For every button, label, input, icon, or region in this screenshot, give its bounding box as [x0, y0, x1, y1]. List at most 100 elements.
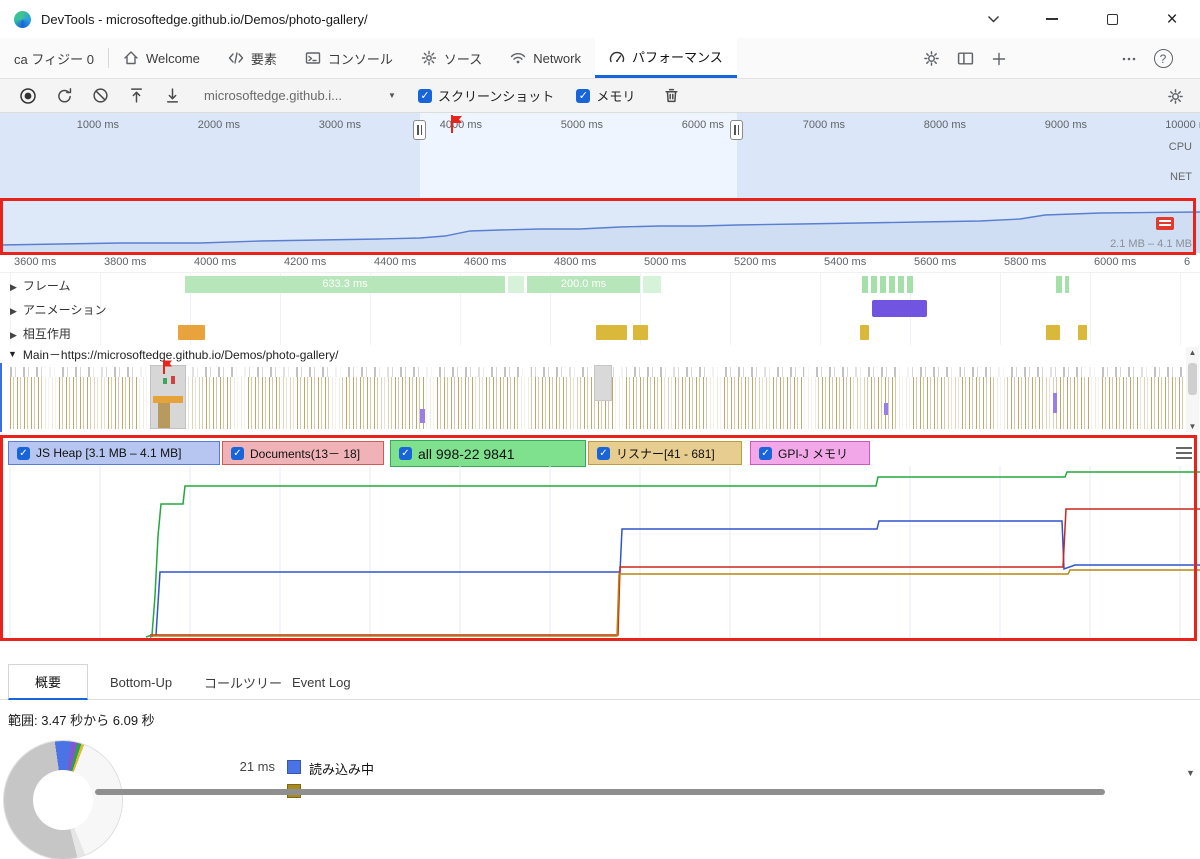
tab-performance[interactable]: パフォーマンス [595, 38, 737, 78]
animations-track[interactable]: ▶アニメーション [0, 297, 1200, 321]
load-profile-button[interactable] [118, 81, 154, 111]
interaction-bar[interactable] [1046, 325, 1060, 340]
long-task-flag-icon [162, 360, 173, 374]
memory-overview-strip[interactable]: 2.1 MB – 4.1 MB [0, 200, 1200, 253]
frame-bar[interactable]: 200.0 ms [527, 276, 640, 293]
window-dock-chevron-button[interactable] [973, 5, 1013, 33]
drawer-tab-label: コールツリー [204, 673, 282, 692]
interaction-bar[interactable] [860, 325, 869, 340]
time-tick: 3800 ms [104, 256, 146, 268]
record-button[interactable] [10, 81, 46, 111]
counter-js-heap-label: JS Heap [3.1 MB – 4.1 MB] [36, 446, 181, 460]
interactions-track-toggle[interactable]: ▶相互作用 [10, 325, 71, 342]
legend-swatch-loading [287, 760, 301, 774]
console-icon [305, 50, 321, 66]
history-dropdown[interactable]: microsoftedge.github.i... [204, 88, 342, 103]
animations-track-toggle[interactable]: ▶アニメーション [10, 301, 106, 318]
timeline-overview[interactable]: 1000 ms2000 ms3000 ms4000 ms5000 ms6000 … [0, 113, 1200, 200]
counter-toggle-nodes[interactable]: ✓ all 998-22 9841 [390, 440, 586, 467]
interaction-bar[interactable] [596, 325, 627, 340]
counter-toggle-gpu-memory[interactable]: ✓ GPI-J メモリ [750, 441, 870, 465]
memory-toggle[interactable]: ✓ メモリ [576, 86, 635, 105]
window-close-button[interactable]: × [1152, 5, 1192, 33]
counter-toggle-js-heap[interactable]: ✓ JS Heap [3.1 MB – 4.1 MB] [8, 441, 220, 465]
animation-bar[interactable] [872, 300, 927, 317]
time-tick: 4400 ms [374, 256, 416, 268]
counter-line-nodes [146, 472, 1200, 637]
drawer-tab-label: 概要 [35, 672, 61, 691]
delete-recording-button[interactable] [653, 81, 689, 111]
tab-console-label: コンソール [328, 49, 393, 68]
chevron-right-icon: ▶ [10, 306, 17, 316]
interactions-track-label: 相互作用 [23, 327, 71, 341]
memory-counters-chart[interactable] [0, 466, 1200, 638]
capture-settings-button[interactable] [1158, 81, 1192, 111]
help-button[interactable]: ? [1146, 38, 1180, 79]
counter-line-js-heap [150, 521, 1200, 637]
interaction-bar[interactable] [633, 325, 648, 340]
counters-menu-button[interactable] [1176, 447, 1192, 459]
checkbox-checked-icon: ✓ [17, 447, 30, 460]
frame-bar[interactable] [643, 276, 661, 293]
tab-elements[interactable]: 要素 [214, 38, 291, 78]
save-profile-button[interactable] [154, 81, 190, 111]
screenshots-toggle[interactable]: ✓ スクリーンショット [418, 86, 554, 105]
memory-overview-line [0, 200, 1200, 253]
interactions-track[interactable]: ▶相互作用 [0, 321, 1200, 345]
checkbox-checked-icon: ✓ [576, 89, 590, 103]
drawer-tab-summary[interactable]: 概要 [8, 664, 88, 700]
scroll-up-icon[interactable]: ▲ [1186, 348, 1199, 357]
settings-button[interactable] [914, 38, 948, 79]
more-options-button[interactable] [1112, 38, 1146, 79]
ellipsis-icon [1120, 51, 1138, 67]
counter-toggle-documents[interactable]: ✓ Documents(13－ 18] [222, 441, 384, 465]
long-task-block[interactable] [150, 365, 186, 429]
gear-icon [923, 50, 940, 67]
window-minimize-button[interactable] [1032, 5, 1072, 33]
range-handle-left[interactable] [413, 120, 426, 140]
tab-sources[interactable]: ソース [407, 38, 496, 78]
range-handle-right[interactable] [730, 120, 743, 140]
task-block[interactable] [594, 365, 612, 401]
time-tick: 3600 ms [14, 256, 56, 268]
scroll-down-icon[interactable]: ▼ [1186, 422, 1199, 431]
frame-bar[interactable]: 633.3 ms [185, 276, 505, 293]
time-tick: 7000 ms [775, 119, 845, 131]
drawer-tab-bottom-up[interactable]: Bottom-Up [96, 664, 186, 700]
time-tick: 4800 ms [554, 256, 596, 268]
inspect-tool-button[interactable]: ca フィジー 0 [0, 38, 108, 78]
window-maximize-button[interactable] [1092, 5, 1132, 33]
code-brackets-icon [228, 50, 244, 66]
interaction-bar[interactable] [178, 325, 205, 340]
tab-network[interactable]: Network [496, 38, 595, 78]
screenshots-label: スクリーンショット [438, 86, 554, 105]
time-tick: 1000 ms [49, 119, 119, 131]
scroll-down-icon[interactable]: ▼ [1186, 768, 1195, 778]
main-thread-header[interactable]: ▼ Main－https://microsoftedge.github.io/D… [0, 345, 1200, 363]
add-panel-button[interactable] [982, 38, 1016, 79]
counter-toggle-listeners[interactable]: ✓ リスナー[41 - 681] [588, 441, 742, 465]
tab-welcome[interactable]: Welcome [109, 38, 214, 78]
flamechart-scrollbar[interactable]: ▲ ▼ [1186, 347, 1199, 432]
tab-welcome-label: Welcome [146, 51, 200, 66]
plus-icon [991, 51, 1007, 67]
chevron-down-icon[interactable]: ▼ [388, 91, 396, 100]
frame-bar[interactable] [508, 276, 524, 293]
reload-and-record-button[interactable] [46, 81, 82, 111]
frames-track[interactable]: ▶フレーム 633.3 ms 200.0 ms [0, 273, 1200, 297]
frames-track-toggle[interactable]: ▶フレーム [10, 277, 71, 294]
frame-bar[interactable] [1056, 276, 1069, 293]
main-thread-flamechart[interactable] [0, 363, 1200, 432]
main-thread-label: Main－https://microsoftedge.github.io/Dem… [23, 346, 339, 363]
dock-layout-button[interactable] [948, 38, 982, 79]
horizontal-scrollbar-thumb[interactable] [95, 789, 1105, 795]
clear-recording-button[interactable] [82, 81, 118, 111]
tab-console[interactable]: コンソール [291, 38, 407, 78]
frame-bar-cluster[interactable] [862, 276, 914, 293]
time-tick: 6 [1184, 256, 1190, 268]
inspect-tool-label: ca フィジー 0 [14, 49, 94, 68]
net-track-label: NET [1170, 171, 1192, 183]
interaction-bar[interactable] [1078, 325, 1087, 340]
scrollbar-thumb[interactable] [1188, 363, 1197, 395]
drawer-tab-event-log[interactable]: Event Log [278, 664, 365, 700]
